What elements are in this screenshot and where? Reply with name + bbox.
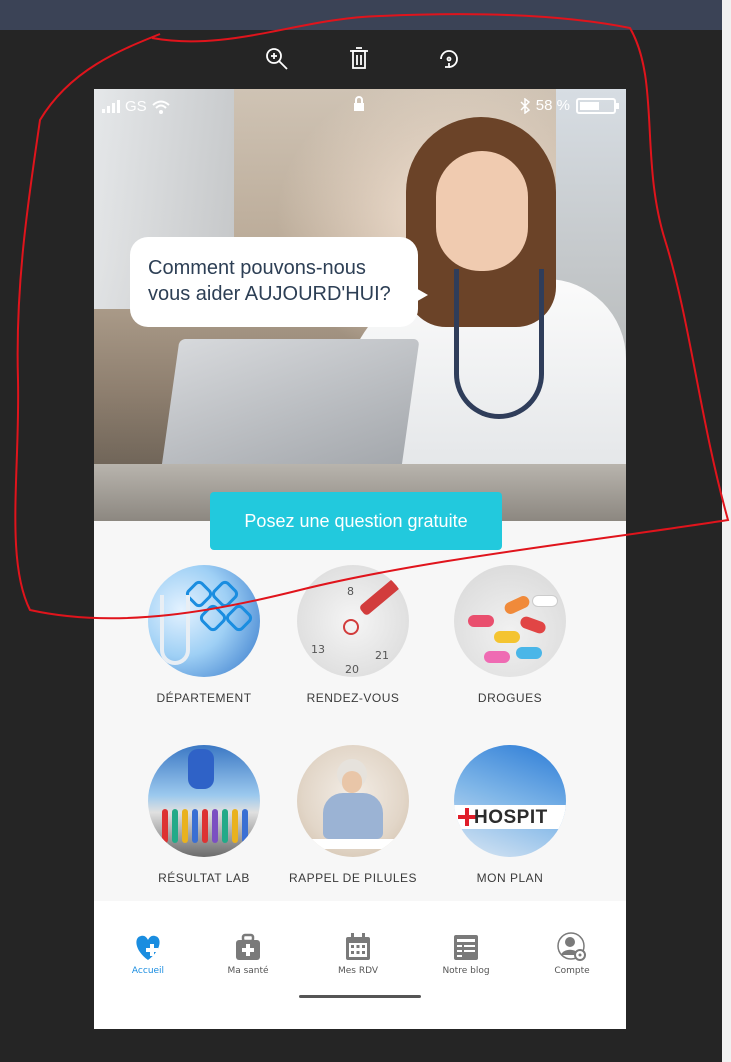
doctor-face (436, 151, 528, 271)
viewer-toolbar (0, 40, 722, 80)
calendar-number: 21 (375, 649, 389, 662)
nav-compte[interactable]: Compte (532, 931, 612, 976)
stethoscope (454, 269, 544, 419)
tile-drogues[interactable]: DROGUES (440, 565, 580, 705)
calendar-icon (346, 933, 370, 960)
tile-rendez-vous[interactable]: 8 13 21 20 RENDEZ-VOUS (283, 565, 423, 705)
tile-label: MON PLAN (476, 871, 544, 885)
account-settings-icon (557, 932, 586, 961)
signal-icon (102, 100, 120, 113)
trash-icon (350, 47, 368, 69)
bubble-line-2: vous aider AUJOURD'HUI? (148, 283, 391, 305)
zoom-in-icon (266, 48, 288, 70)
tile-mon-plan[interactable]: HOSPIT MON PLAN (440, 745, 580, 885)
nav-notre-blog[interactable]: Notre blog (426, 931, 506, 976)
lab-image (148, 745, 260, 857)
status-bar: GS 58 % (94, 89, 626, 123)
delete-button[interactable] (342, 40, 376, 78)
rotate-icon (440, 50, 458, 68)
speech-bubble: Comment pouvons-nous vous aider AUJOURD'… (130, 237, 428, 327)
window-top-strip (0, 0, 722, 30)
home-indicator (299, 995, 421, 998)
tile-label: DÉPARTEMENT (156, 691, 252, 705)
drugs-image (454, 565, 566, 677)
rotate-button[interactable] (432, 40, 466, 78)
calendar-number: 20 (345, 663, 359, 676)
window-right-edge (722, 0, 731, 1062)
bluetooth-icon (520, 97, 530, 114)
tile-label: RENDEZ-VOUS (306, 691, 400, 705)
heart-plus-icon (136, 935, 160, 960)
nav-label: Mes RDV (337, 966, 379, 976)
hospital-sign-text: HOSPIT (474, 807, 548, 828)
tile-label: RÉSULTAT LAB (158, 871, 250, 885)
lock-icon (352, 96, 366, 116)
medical-bag-icon (236, 933, 260, 960)
nav-label: Accueil (131, 966, 165, 976)
calendar-number: 8 (347, 585, 354, 598)
calendar-image: 8 13 21 20 (297, 565, 409, 677)
tile-rappel-pilules[interactable]: RAPPEL DE PILULES (283, 745, 423, 885)
wifi-icon (152, 100, 170, 114)
phone-screen: GS 58 % Comment pouvons-nous vous aider … (94, 89, 626, 1029)
battery-fill (580, 101, 599, 110)
ask-question-button[interactable]: Posez une question gratuite (210, 492, 502, 550)
battery-percent: 58 % (535, 97, 570, 114)
status-right: 58 % (520, 97, 619, 114)
status-left: GS (102, 98, 170, 115)
battery-icon (576, 97, 619, 114)
tile-departement[interactable]: DÉPARTEMENT (134, 565, 274, 705)
nav-label: Notre blog (442, 966, 490, 976)
bottom-navigation: Accueil Ma santé Mes RDV Notre blog Comp… (94, 901, 626, 1029)
nav-accueil[interactable]: Accueil (108, 931, 188, 976)
blog-icon (454, 935, 478, 960)
nav-mes-rdv[interactable]: Mes RDV (318, 931, 398, 976)
red-cross-icon (458, 808, 476, 826)
hospital-image: HOSPIT (454, 745, 566, 857)
calendar-number: 13 (311, 643, 325, 656)
tile-label: RAPPEL DE PILULES (288, 871, 418, 885)
pill-reminder-image (297, 745, 409, 857)
nav-label: Ma santé (227, 966, 269, 976)
nav-label: Compte (554, 966, 590, 976)
zoom-in-button[interactable] (260, 40, 294, 78)
bubble-line-1: Comment pouvons-nous (148, 257, 366, 279)
carrier-label: GS (125, 98, 147, 115)
nav-ma-sante[interactable]: Ma santé (208, 931, 288, 976)
tile-label: DROGUES (477, 691, 543, 705)
department-image (148, 565, 260, 677)
tile-resultat-lab[interactable]: RÉSULTAT LAB (134, 745, 274, 885)
